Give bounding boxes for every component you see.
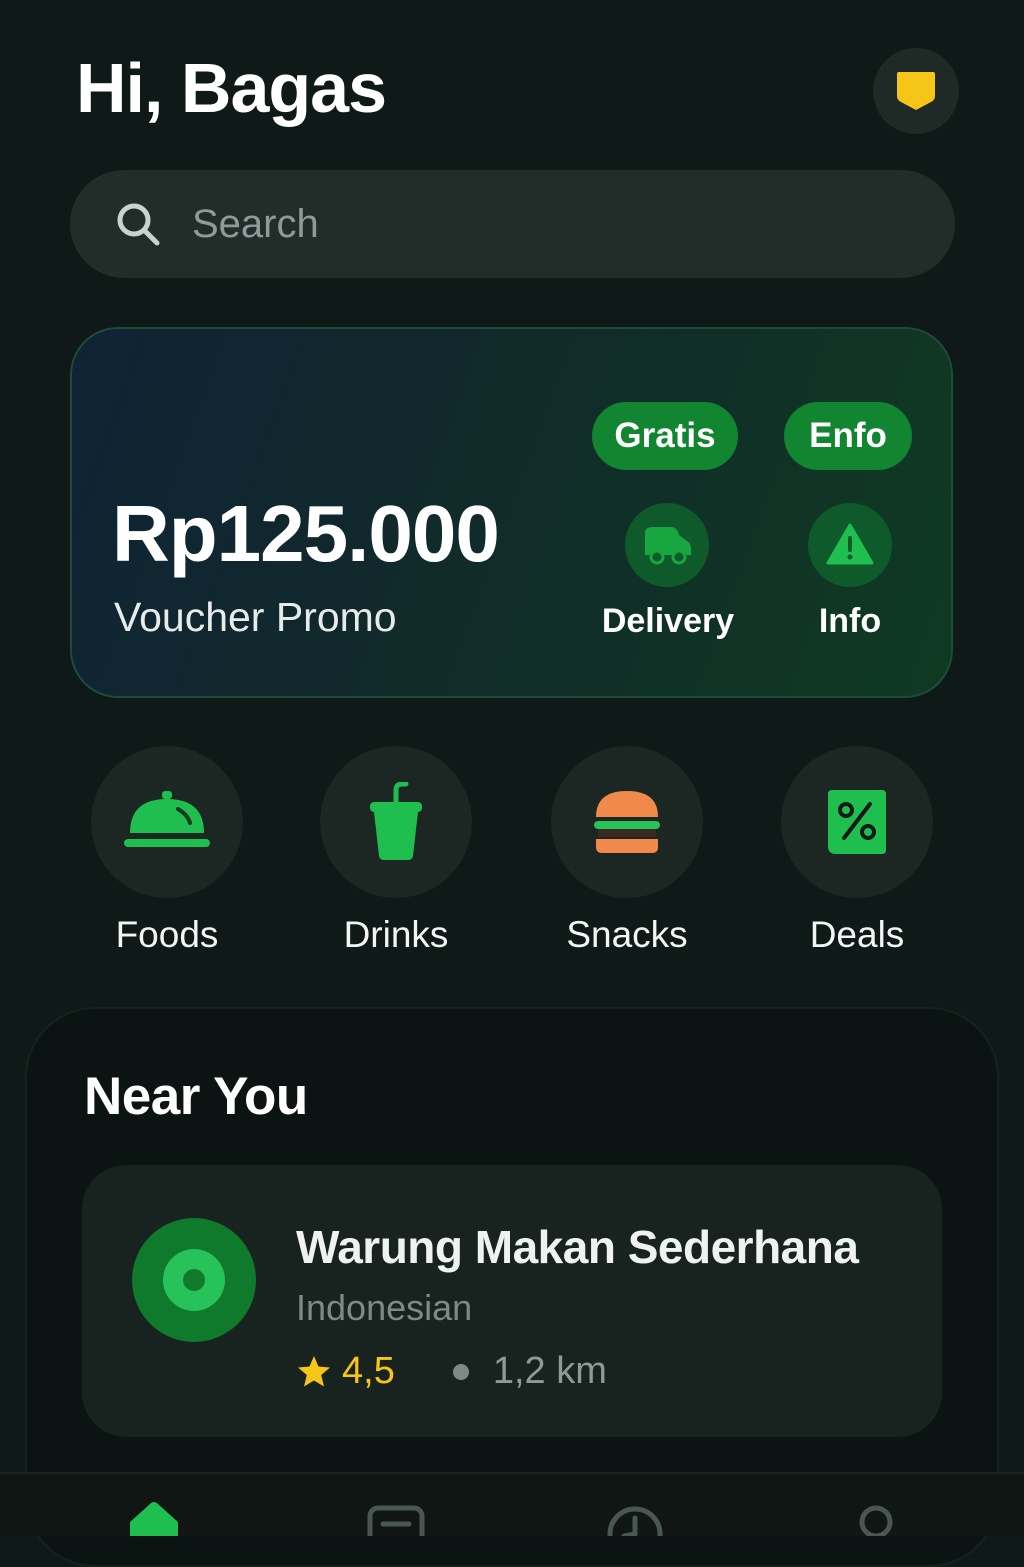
category-snacks[interactable]: Snacks xyxy=(551,746,703,956)
profile-icon xyxy=(859,1505,893,1539)
greeting-title: Hi, Bagas xyxy=(76,49,387,127)
delivery-truck-icon xyxy=(645,527,691,565)
delivery-button[interactable] xyxy=(625,503,709,587)
star-icon xyxy=(298,1355,330,1386)
category-foods[interactable]: Foods xyxy=(91,746,243,956)
nav-home[interactable] xyxy=(126,1500,182,1541)
restaurant-meta: 4,5 1,2 km xyxy=(296,1350,607,1393)
delivery-label: Delivery xyxy=(601,602,735,640)
enfo-badge[interactable]: Enfo xyxy=(784,402,912,470)
search-bar[interactable] xyxy=(70,170,955,278)
nav-orders[interactable] xyxy=(367,1500,425,1551)
search-input[interactable] xyxy=(190,200,794,248)
restaurant-name: Warung Makan Sederhana xyxy=(296,1221,859,1273)
restaurant-logo xyxy=(132,1218,256,1342)
category-label: Drinks xyxy=(343,914,449,955)
category-deals[interactable]: Deals xyxy=(781,746,933,956)
info-label: Info xyxy=(818,602,882,640)
voucher-subtitle: Voucher Promo xyxy=(114,594,397,640)
history-icon xyxy=(607,1506,663,1562)
info-button[interactable] xyxy=(808,503,892,587)
cloche-icon xyxy=(124,791,210,847)
gratis-badge[interactable]: Gratis xyxy=(592,402,738,470)
restaurant-distance: 1,2 km xyxy=(492,1350,607,1392)
discount-tag-icon xyxy=(828,790,886,854)
burger-icon xyxy=(594,791,660,853)
category-label: Deals xyxy=(809,914,905,955)
restaurant-rating: 4,5 xyxy=(342,1350,395,1392)
nav-history[interactable] xyxy=(606,1500,664,1562)
orders-icon xyxy=(367,1505,425,1551)
voucher-amount: Rp125.000 xyxy=(112,489,500,578)
restaurant-cuisine: Indonesian xyxy=(296,1287,473,1328)
near-you-title: Near You xyxy=(84,1067,308,1126)
drink-cup-icon xyxy=(370,782,422,860)
home-icon xyxy=(130,1502,178,1536)
category-drinks[interactable]: Drinks xyxy=(320,746,472,956)
category-label: Snacks xyxy=(566,914,688,955)
separator-dot xyxy=(452,1363,469,1380)
shield-badge-icon xyxy=(897,72,935,110)
nav-profile[interactable] xyxy=(856,1500,896,1541)
profile-badge-button[interactable] xyxy=(873,48,959,134)
category-label: Foods xyxy=(115,914,219,955)
warning-icon xyxy=(826,523,874,565)
search-icon xyxy=(117,203,160,246)
